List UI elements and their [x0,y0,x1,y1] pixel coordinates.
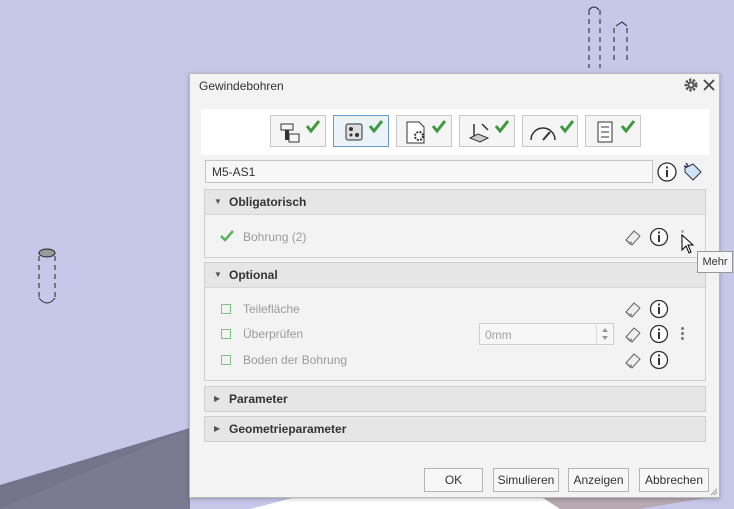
check-icon [220,230,234,242]
expand-triangle-icon: ▶ [214,424,221,433]
toolpath-icon [468,120,510,143]
section-header-geometrieparameter[interactable]: ▶ Geometrieparameter [205,417,705,441]
row-teileflaeche[interactable]: Teilefläche [205,298,705,320]
toolpath-step-button[interactable] [459,115,515,147]
dialog-titlebar[interactable]: Gewindebohren [190,74,719,98]
show-button[interactable]: Anzeigen [568,468,629,492]
gauge-icon [530,120,575,141]
selection-step-button[interactable] [333,115,389,147]
gear-icon[interactable] [682,76,700,94]
info-icon[interactable] [649,324,669,344]
template-icon[interactable] [681,160,703,182]
checkbox[interactable] [221,355,231,365]
operation-name-field[interactable]: M5-AS1 [205,160,653,183]
eraser-icon[interactable] [623,228,643,246]
simulate-button[interactable]: Simulieren [493,468,559,492]
list-step-button[interactable] [585,115,641,147]
info-icon[interactable] [649,227,669,247]
mouse-cursor-icon [681,234,695,254]
section-header-obligatorisch[interactable]: ▼ Obligatorisch [205,190,705,215]
cancel-button[interactable]: Abbrechen [639,468,709,492]
offset-spinbox[interactable]: 0mm [479,323,614,345]
checkbox[interactable] [221,329,231,339]
checkbox[interactable] [221,304,231,314]
more-tooltip: Mehr [697,251,733,273]
hole-outline-left [38,248,56,304]
gewindebohren-dialog: Gewindebohren M5-AS1 ▼ Obligatorisch Boh… [189,73,720,498]
row-boden-der-bohrung[interactable]: Boden der Bohrung [205,349,705,371]
row-ueberpruefen[interactable]: Überprüfen 0mm [205,323,705,345]
ok-button[interactable]: OK [424,468,483,492]
hole-outline-top [588,6,628,68]
collapse-triangle-icon: ▼ [214,270,222,279]
gauge-step-button[interactable] [522,115,578,147]
resize-grip-icon[interactable] [710,488,718,496]
dialog-title: Gewindebohren [199,79,284,93]
list-icon [597,120,636,143]
eraser-icon[interactable] [623,351,643,369]
eraser-icon[interactable] [623,325,643,343]
section-header-parameter[interactable]: ▶ Parameter [205,387,705,411]
tool-holder-icon [280,120,321,143]
section-header-optional[interactable]: ▼ Optional [205,263,705,288]
info-icon[interactable] [649,350,669,370]
section-geometrieparameter: ▶ Geometrieparameter [204,416,706,442]
settings-step-button[interactable] [396,115,452,147]
more-icon[interactable] [679,325,685,343]
collapse-triangle-icon: ▼ [214,197,222,206]
info-icon[interactable] [656,161,678,183]
expand-triangle-icon: ▶ [214,394,221,403]
eraser-icon[interactable] [623,300,643,318]
section-parameter: ▶ Parameter [204,386,706,412]
section-obligatorisch: ▼ Obligatorisch Bohrung (2) [204,189,706,258]
section-optional: ▼ Optional Teilefläche Überprüfen 0mm Bo… [204,262,706,381]
close-icon[interactable] [700,76,718,94]
settings-page-icon [406,120,447,144]
selection-icon [345,120,384,141]
step-toolbar [201,109,709,155]
row-bohrung[interactable]: Bohrung (2) [205,226,705,248]
tool-holder-step-button[interactable] [270,115,326,147]
spin-arrows-icon[interactable] [596,324,613,344]
info-icon[interactable] [649,299,669,319]
